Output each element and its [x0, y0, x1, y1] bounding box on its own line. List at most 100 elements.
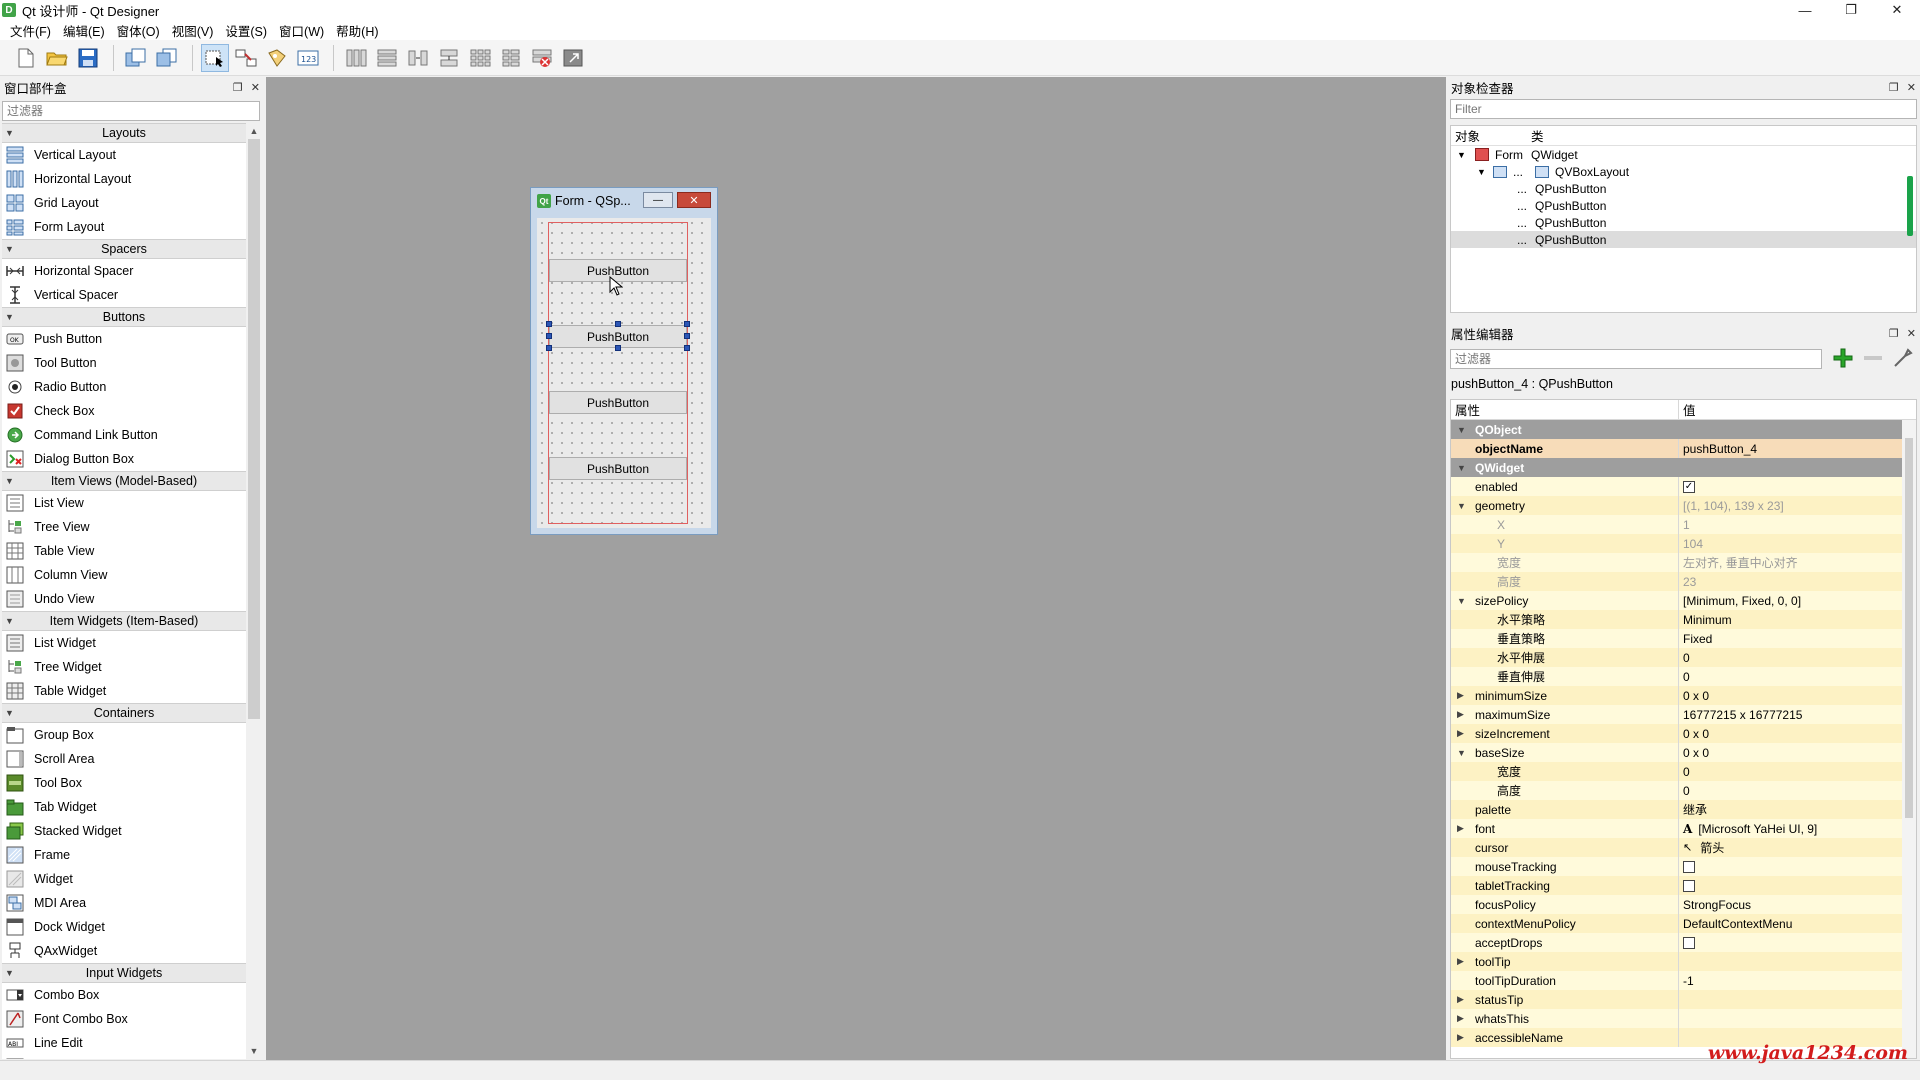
property-row-minimumSize[interactable]: ▶ minimumSize 0 x 0 [1451, 686, 1916, 705]
chevron-right-icon[interactable]: ▶ [1457, 994, 1464, 1005]
selection-handle[interactable] [546, 333, 552, 339]
selection-handle[interactable] [615, 321, 621, 327]
property-value[interactable]: 0 x 0 [1683, 689, 1709, 703]
edit-signals-slots-icon[interactable] [232, 44, 260, 72]
edit-buddies-icon[interactable] [263, 44, 291, 72]
col-property[interactable]: 属性 [1451, 400, 1679, 419]
widget-item-stacked-widget[interactable]: Stacked Widget [2, 819, 246, 843]
property-row-sub[interactable]: 高度 0 [1451, 781, 1916, 800]
push-button-3[interactable]: PushButton [549, 391, 687, 414]
float-icon[interactable]: ❐ [233, 81, 243, 94]
widget-item-undo-view[interactable]: Undo View [2, 587, 246, 611]
widget-item-list-widget[interactable]: List Widget [2, 631, 246, 655]
push-button-4[interactable]: PushButton [549, 457, 687, 480]
widget-item-scroll-area[interactable]: Scroll Area [2, 747, 246, 771]
property-value[interactable]: 1 [1683, 518, 1690, 532]
chevron-down-icon[interactable]: ▼ [5, 708, 14, 718]
property-row-sub[interactable]: 垂直伸展 0 [1451, 667, 1916, 686]
property-value[interactable]: [Microsoft YaHei UI, 9] [1698, 822, 1817, 836]
menu-settings[interactable]: 设置(S) [219, 21, 273, 40]
object-tree-scrollbar[interactable] [1904, 146, 1916, 312]
widget-category-item-views-model-based[interactable]: ▼ Item Views (Model-Based) [2, 471, 246, 491]
widget-item-font-combo-box[interactable]: Font Combo Box [2, 1007, 246, 1031]
layout-grid-icon[interactable] [466, 44, 494, 72]
selection-handle[interactable] [615, 345, 621, 351]
property-row-mouseTracking[interactable]: mouseTracking [1451, 857, 1916, 876]
property-table-scrollbar[interactable] [1902, 420, 1916, 1058]
menu-window[interactable]: 窗口(W) [273, 21, 330, 40]
property-row-sub[interactable]: 高度 23 [1451, 572, 1916, 591]
property-row-QWidget[interactable]: ▼ QWidget [1451, 458, 1916, 477]
menu-view[interactable]: 视图(V) [166, 21, 220, 40]
object-tree-row[interactable]: ... QPushButton [1451, 214, 1916, 231]
unchecked-checkbox[interactable] [1683, 860, 1695, 873]
panel-close-icon[interactable]: ✕ [1907, 81, 1916, 94]
property-row-sub[interactable]: 水平策略 Minimum [1451, 610, 1916, 629]
property-value[interactable]: DefaultContextMenu [1683, 917, 1792, 931]
scrollbar-thumb[interactable] [248, 139, 260, 719]
property-row-objectName[interactable]: objectName pushButton_4 [1451, 439, 1916, 458]
layout-horizontal-icon[interactable] [342, 44, 370, 72]
property-value[interactable]: pushButton_4 [1683, 442, 1757, 456]
property-row-contextMenuPolicy[interactable]: contextMenuPolicy DefaultContextMenu [1451, 914, 1916, 933]
property-row-font[interactable]: ▶ font A [Microsoft YaHei UI, 9] [1451, 819, 1916, 838]
form-editor-canvas[interactable]: Qt Form - QSp... — ✕ PushButton PushButt… [266, 77, 1446, 1060]
widget-item-command-link-button[interactable]: Command Link Button [2, 423, 246, 447]
form-window[interactable]: Qt Form - QSp... — ✕ PushButton PushButt… [530, 187, 718, 535]
minimize-button[interactable]: — [1782, 0, 1828, 20]
save-icon[interactable] [74, 44, 102, 72]
menu-file[interactable]: 文件(F) [4, 21, 57, 40]
bring-to-front-icon[interactable] [153, 44, 181, 72]
property-value[interactable]: 继承 [1683, 801, 1707, 818]
chevron-down-icon[interactable]: ▼ [1457, 501, 1466, 511]
property-row-acceptDrops[interactable]: acceptDrops [1451, 933, 1916, 952]
widget-item-tree-view[interactable]: Tree View [2, 515, 246, 539]
widget-item-widget[interactable]: Widget [2, 867, 246, 891]
scrollbar-thumb[interactable] [1907, 176, 1913, 236]
panel-close-icon[interactable]: ✕ [251, 81, 260, 94]
property-row-X[interactable]: X1 [1451, 515, 1916, 534]
selection-handle[interactable] [684, 333, 690, 339]
object-tree-row[interactable]: ... QPushButton [1451, 180, 1916, 197]
widget-category-spacers[interactable]: ▼ Spacers [2, 239, 246, 259]
chevron-right-icon[interactable]: ▶ [1457, 690, 1464, 701]
property-value[interactable]: 16777215 x 16777215 [1683, 708, 1802, 722]
widget-item-mdi-area[interactable]: MDI Area [2, 891, 246, 915]
chevron-right-icon[interactable]: ▶ [1457, 956, 1464, 967]
property-row-sizeIncrement[interactable]: ▶ sizeIncrement 0 x 0 [1451, 724, 1916, 743]
widget-item-list-view[interactable]: List View [2, 491, 246, 515]
widget-item-frame[interactable]: Frame [2, 843, 246, 867]
property-row-sub[interactable]: 垂直策略 Fixed [1451, 629, 1916, 648]
property-row-tabletTracking[interactable]: tabletTracking [1451, 876, 1916, 895]
form-titlebar[interactable]: Qt Form - QSp... — ✕ [531, 188, 717, 214]
widget-box-scrollbar[interactable]: ▲ ▼ [246, 123, 262, 1059]
property-row-QObject[interactable]: ▼ QObject [1451, 420, 1916, 439]
property-row-sub[interactable]: 宽度 左对齐, 垂直中心对齐 [1451, 553, 1916, 572]
float-icon[interactable]: ❐ [1889, 327, 1899, 340]
scroll-down-icon[interactable]: ▼ [246, 1043, 262, 1059]
close-button[interactable]: ✕ [1874, 0, 1920, 20]
object-inspector-filter-input[interactable] [1450, 99, 1917, 119]
chevron-down-icon[interactable]: ▼ [5, 244, 14, 254]
property-value[interactable]: [Minimum, Fixed, 0, 0] [1683, 594, 1801, 608]
layout-vertical-splitter-icon[interactable] [435, 44, 463, 72]
chevron-down-icon[interactable]: ▼ [1457, 748, 1466, 758]
chevron-down-icon[interactable]: ▼ [1457, 596, 1466, 606]
send-to-back-icon[interactable] [122, 44, 150, 72]
widget-item-grid-layout[interactable]: Grid Layout [2, 191, 246, 215]
property-value[interactable]: 左对齐, 垂直中心对齐 [1683, 554, 1798, 571]
form-close-button[interactable]: ✕ [677, 192, 711, 208]
chevron-down-icon[interactable]: ▼ [5, 476, 14, 486]
widget-item-dock-widget[interactable]: Dock Widget [2, 915, 246, 939]
widget-item-horizontal-layout[interactable]: Horizontal Layout [2, 167, 246, 191]
float-icon[interactable]: ❐ [1889, 81, 1899, 94]
panel-close-icon[interactable]: ✕ [1907, 327, 1916, 340]
chevron-right-icon[interactable]: ▶ [1457, 1032, 1464, 1043]
chevron-down-icon[interactable]: ▼ [5, 128, 14, 138]
remove-property-icon[interactable] [1862, 347, 1884, 369]
widget-item-vertical-spacer[interactable]: Vertical Spacer [2, 283, 246, 307]
break-layout-icon[interactable] [528, 44, 556, 72]
property-row-toolTip[interactable]: ▶ toolTip [1451, 952, 1916, 971]
new-file-icon[interactable] [12, 44, 40, 72]
selection-handle[interactable] [546, 345, 552, 351]
